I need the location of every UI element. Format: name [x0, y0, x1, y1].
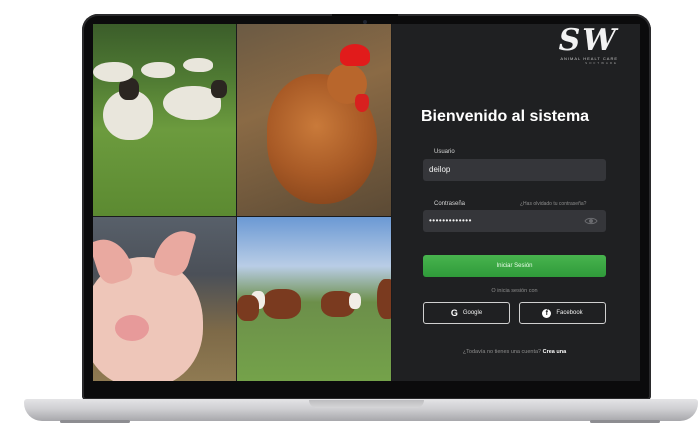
username-label: Usuario	[434, 149, 455, 155]
laptop-opening-notch	[309, 400, 424, 408]
logo-mark: SW	[558, 23, 618, 58]
hen-wattle	[355, 94, 369, 112]
login-panel	[392, 24, 640, 381]
login-button[interactable]: Iniciar Sesión	[423, 255, 606, 277]
sheep-figure	[93, 62, 133, 82]
forgot-password-link[interactable]: ¿Has olvidado tu contraseña?	[520, 201, 586, 207]
page-title: Bienvenido al sistema	[421, 108, 590, 125]
signup-row: ¿Todavía no tienes una cuenta? Crea una	[423, 349, 606, 355]
cow-figure	[263, 289, 301, 319]
laptop-foot	[590, 420, 660, 423]
brand-logo: SW ANIMAL HEALT CARE SOFTWARE	[458, 23, 618, 66]
pig-snout	[115, 315, 149, 341]
logo-sub: SOFTWARE	[585, 61, 618, 65]
or-divider-text: O inicia sesión con	[491, 288, 538, 294]
facebook-icon: f	[542, 308, 552, 318]
google-login-button[interactable]: G Google	[423, 302, 510, 324]
cow-face	[349, 293, 361, 309]
facebook-label: Facebook	[556, 310, 583, 316]
hen-photo	[237, 24, 391, 216]
cows-photo	[237, 217, 391, 381]
laptop-foot	[60, 420, 130, 423]
pig-photo	[93, 217, 236, 381]
username-input[interactable]: deilop	[423, 159, 606, 181]
google-label: Google	[462, 310, 483, 316]
pig-ear	[151, 225, 197, 279]
signup-prompt: ¿Todavía no tienes una cuenta?	[462, 349, 542, 355]
sheep-figure	[141, 62, 175, 78]
sheep-figure	[183, 58, 213, 72]
sheep-photo	[93, 24, 236, 216]
eye-icon[interactable]	[584, 214, 598, 228]
sheep-head	[211, 80, 227, 98]
password-label: Contraseña	[434, 201, 466, 207]
signup-link[interactable]: Crea una	[543, 349, 567, 355]
google-icon: G	[450, 308, 458, 318]
cow-figure	[237, 295, 259, 321]
password-input[interactable]: •••••••••••••	[423, 210, 606, 232]
hen-comb	[340, 44, 370, 66]
cow-figure	[377, 279, 391, 319]
facebook-login-button[interactable]: f Facebook	[519, 302, 606, 324]
